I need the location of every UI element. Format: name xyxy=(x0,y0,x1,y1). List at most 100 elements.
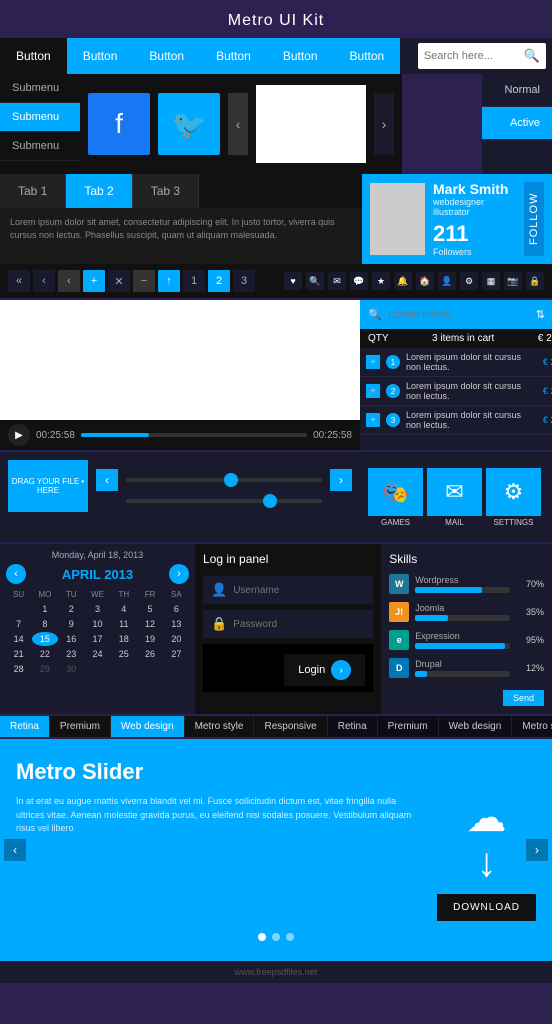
tag-webdesign-1[interactable]: Web design xyxy=(111,716,185,737)
cal-day-28[interactable]: 28 xyxy=(6,662,31,676)
pg-cross[interactable]: ✕ xyxy=(108,270,130,292)
download-button[interactable]: DOWNLOAD xyxy=(437,894,536,921)
cal-day-12[interactable]: 12 xyxy=(137,617,162,631)
cal-day-13[interactable]: 13 xyxy=(164,617,189,631)
app-mail[interactable]: ✉ MAIL xyxy=(427,468,482,527)
tag-premium-1[interactable]: Premium xyxy=(50,716,111,737)
cal-day-1[interactable]: 1 xyxy=(32,602,57,616)
slider-thumb-1[interactable] xyxy=(224,473,238,487)
tag-metro-1[interactable]: Metro style xyxy=(185,716,255,737)
follow-button[interactable]: FOLLOW xyxy=(524,182,544,256)
cal-day-21[interactable]: 21 xyxy=(6,647,31,661)
login-button[interactable]: Login › xyxy=(284,654,365,686)
facebook-tile[interactable]: f xyxy=(88,93,150,155)
slider-nav-left[interactable]: ‹ xyxy=(4,839,26,861)
cal-day-11[interactable]: 11 xyxy=(111,617,136,631)
icon-user[interactable]: 👤 xyxy=(438,272,456,290)
tab-3[interactable]: Tab 3 xyxy=(133,174,199,208)
cal-day-5[interactable]: 5 xyxy=(137,602,162,616)
password-input[interactable] xyxy=(233,619,365,630)
tab-2[interactable]: Tab 2 xyxy=(66,174,132,208)
cal-day-14[interactable]: 14 xyxy=(6,632,31,646)
cart-plus-3[interactable]: + xyxy=(366,413,380,427)
cal-day-8[interactable]: 8 xyxy=(32,617,57,631)
cal-prev[interactable]: ‹ xyxy=(6,564,26,584)
button-2[interactable]: Button xyxy=(67,38,134,74)
cal-day-20[interactable]: 20 xyxy=(164,632,189,646)
cal-day-16[interactable]: 16 xyxy=(59,632,84,646)
search-icon[interactable]: 🔍 xyxy=(524,48,540,64)
icon-search[interactable]: 🔍 xyxy=(306,272,324,290)
progress-bar[interactable] xyxy=(81,433,307,437)
pg-3[interactable]: 3 xyxy=(233,270,255,292)
pg-back[interactable]: ‹ xyxy=(58,270,80,292)
cal-day-29[interactable]: 29 xyxy=(32,662,57,676)
icon-chat[interactable]: 💬 xyxy=(350,272,368,290)
cal-day-6[interactable]: 6 xyxy=(164,602,189,616)
toggle-active[interactable]: Active xyxy=(482,107,552,140)
icon-lock[interactable]: 🔒 xyxy=(526,272,544,290)
send-button[interactable]: Send xyxy=(503,690,544,706)
cal-day-18[interactable]: 18 xyxy=(111,632,136,646)
dot-2[interactable] xyxy=(272,933,280,941)
submenu-item-3[interactable]: Submenu xyxy=(0,132,80,161)
cal-day-2[interactable]: 2 xyxy=(59,602,84,616)
slider-nav-right[interactable]: › xyxy=(526,839,548,861)
tag-responsive-1[interactable]: Responsive xyxy=(254,716,327,737)
submenu-item-2[interactable]: Submenu xyxy=(0,103,80,132)
cal-day-26[interactable]: 26 xyxy=(137,647,162,661)
toggle-normal[interactable]: Normal xyxy=(482,74,552,107)
slider-track-1[interactable] xyxy=(126,478,322,482)
pg-prev[interactable]: ‹ xyxy=(33,270,55,292)
dot-1[interactable] xyxy=(258,933,266,941)
tag-retina-1[interactable]: Retina xyxy=(0,716,50,737)
submenu-item-1[interactable]: Submenu xyxy=(0,74,80,103)
left-arrow-tile[interactable]: ‹ xyxy=(228,93,248,155)
pg-minus[interactable]: − xyxy=(133,270,155,292)
cal-day-4[interactable]: 4 xyxy=(111,602,136,616)
app-settings[interactable]: ⚙ SETTINGS xyxy=(486,468,541,527)
tag-metro-2[interactable]: Metro style xyxy=(512,716,552,737)
pg-1[interactable]: 1 xyxy=(183,270,205,292)
icon-camera[interactable]: 📷 xyxy=(504,272,522,290)
icon-star[interactable]: ★ xyxy=(372,272,390,290)
icon-bell[interactable]: 🔔 xyxy=(394,272,412,290)
tab-1[interactable]: Tab 1 xyxy=(0,174,66,208)
icon-grid[interactable]: ▦ xyxy=(482,272,500,290)
play-button[interactable]: ▶ xyxy=(8,424,30,446)
pg-add[interactable]: + xyxy=(83,270,105,292)
cart-plus-1[interactable]: + xyxy=(366,355,380,369)
pg-up[interactable]: ↑ xyxy=(158,270,180,292)
cart-plus-2[interactable]: + xyxy=(366,384,380,398)
button-4[interactable]: Button xyxy=(200,38,267,74)
cal-day-3[interactable]: 3 xyxy=(85,602,110,616)
cal-day-27[interactable]: 27 xyxy=(164,647,189,661)
dot-3[interactable] xyxy=(286,933,294,941)
filter-icon[interactable]: ⇅ xyxy=(536,308,545,321)
tag-retina-2[interactable]: Retina xyxy=(328,716,378,737)
button-3[interactable]: Button xyxy=(133,38,200,74)
app-games[interactable]: 🎭 GAMES xyxy=(368,468,423,527)
twitter-tile[interactable]: 🐦 xyxy=(158,93,220,155)
search-input[interactable] xyxy=(424,50,524,62)
button-6[interactable]: Button xyxy=(334,38,401,74)
cal-day-19[interactable]: 19 xyxy=(137,632,162,646)
pg-2[interactable]: 2 xyxy=(208,270,230,292)
cal-day-7[interactable]: 7 xyxy=(6,617,31,631)
username-input[interactable] xyxy=(233,585,365,596)
icon-home[interactable]: 🏠 xyxy=(416,272,434,290)
button-1[interactable]: Button xyxy=(0,38,67,74)
pg-prev-prev[interactable]: « xyxy=(8,270,30,292)
slider-right-1[interactable]: › xyxy=(330,469,352,491)
cal-day-17[interactable]: 17 xyxy=(85,632,110,646)
cal-day-9[interactable]: 9 xyxy=(59,617,84,631)
cal-day-24[interactable]: 24 xyxy=(85,647,110,661)
slider-thumb-2[interactable] xyxy=(263,494,277,508)
cal-day-23[interactable]: 23 xyxy=(59,647,84,661)
cal-day-25[interactable]: 25 xyxy=(111,647,136,661)
slider-left-1[interactable]: ‹ xyxy=(96,469,118,491)
icon-heart[interactable]: ♥ xyxy=(284,272,302,290)
tag-webdesign-2[interactable]: Web design xyxy=(439,716,513,737)
icon-mail[interactable]: ✉ xyxy=(328,272,346,290)
cal-day-15[interactable]: 15 xyxy=(32,632,57,646)
